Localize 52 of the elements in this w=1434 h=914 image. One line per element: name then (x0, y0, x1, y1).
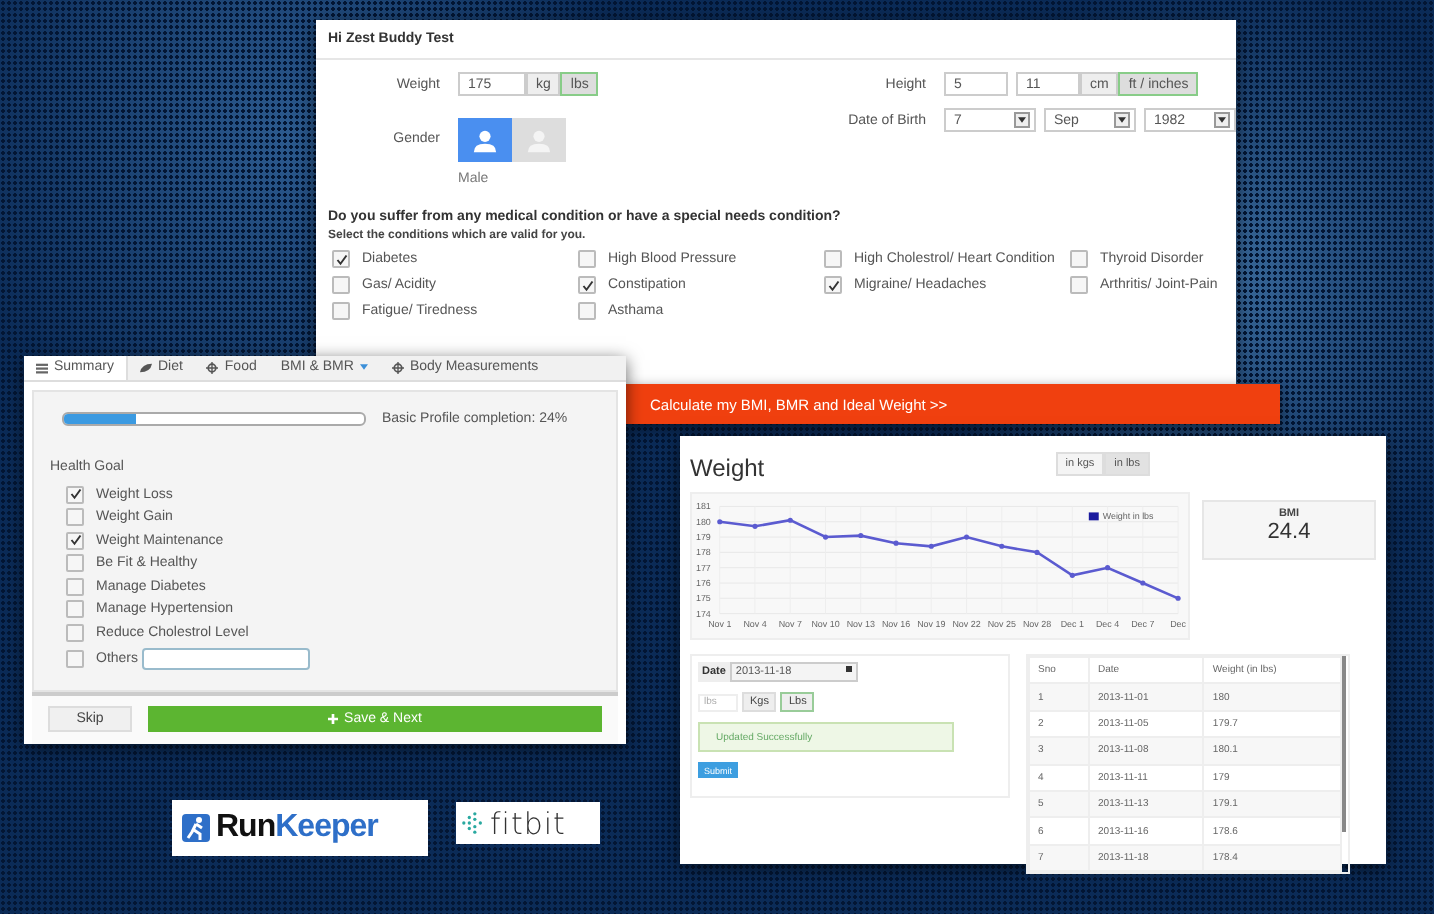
data-point (752, 523, 758, 529)
data-point (999, 543, 1005, 549)
crosshair-icon (391, 361, 404, 374)
text-field[interactable] (142, 648, 311, 670)
data-point (1105, 565, 1111, 571)
checkbox[interactable] (578, 302, 596, 320)
scrollbar[interactable] (1342, 656, 1346, 832)
gender-button[interactable] (458, 118, 512, 162)
bmi-value: 24.4 (1267, 520, 1311, 544)
data-point (858, 532, 864, 539)
checkbox[interactable] (578, 250, 596, 268)
data-point (1069, 572, 1075, 578)
checkbox[interactable] (1070, 276, 1088, 294)
data-point (822, 534, 829, 540)
caret-icon (359, 364, 368, 371)
crosshair-icon (206, 361, 219, 374)
data-point (787, 517, 793, 523)
dropdown-arrow-icon (1114, 112, 1130, 128)
leaf-icon (139, 361, 152, 374)
list-icon (36, 361, 48, 374)
calendar-icon (846, 666, 852, 672)
checkbox[interactable] (66, 577, 84, 595)
data-point (717, 519, 723, 525)
checkbox[interactable] (66, 508, 84, 526)
runner-icon (182, 814, 210, 842)
panel-title: Weight (690, 452, 765, 482)
checkbox[interactable] (66, 531, 84, 549)
dots-icon (462, 812, 484, 834)
checkbox[interactable] (66, 623, 84, 641)
checkbox[interactable] (332, 302, 350, 320)
checkbox[interactable] (66, 485, 84, 503)
checkbox[interactable] (578, 276, 596, 294)
dropdown-arrow-icon (1014, 112, 1030, 128)
checkbox[interactable] (824, 250, 842, 268)
person-icon (472, 127, 498, 153)
checkbox[interactable] (332, 250, 350, 268)
data-point (964, 534, 970, 540)
data-point (1140, 580, 1146, 586)
checkbox[interactable] (66, 650, 84, 668)
data-point (1175, 595, 1181, 601)
checkbox[interactable] (332, 276, 350, 294)
checkbox[interactable] (824, 276, 842, 294)
plus-icon (328, 714, 339, 724)
checkbox[interactable] (66, 554, 84, 572)
fitbit-logo: fitbit (456, 802, 600, 844)
dropdown-arrow-icon (1214, 112, 1230, 128)
data-point (928, 543, 934, 549)
data-point (893, 540, 899, 546)
data-point (1034, 549, 1040, 555)
checkbox[interactable] (1070, 250, 1088, 268)
runkeeper-logo: RunKeeper (172, 800, 428, 856)
checkbox[interactable] (66, 600, 84, 618)
